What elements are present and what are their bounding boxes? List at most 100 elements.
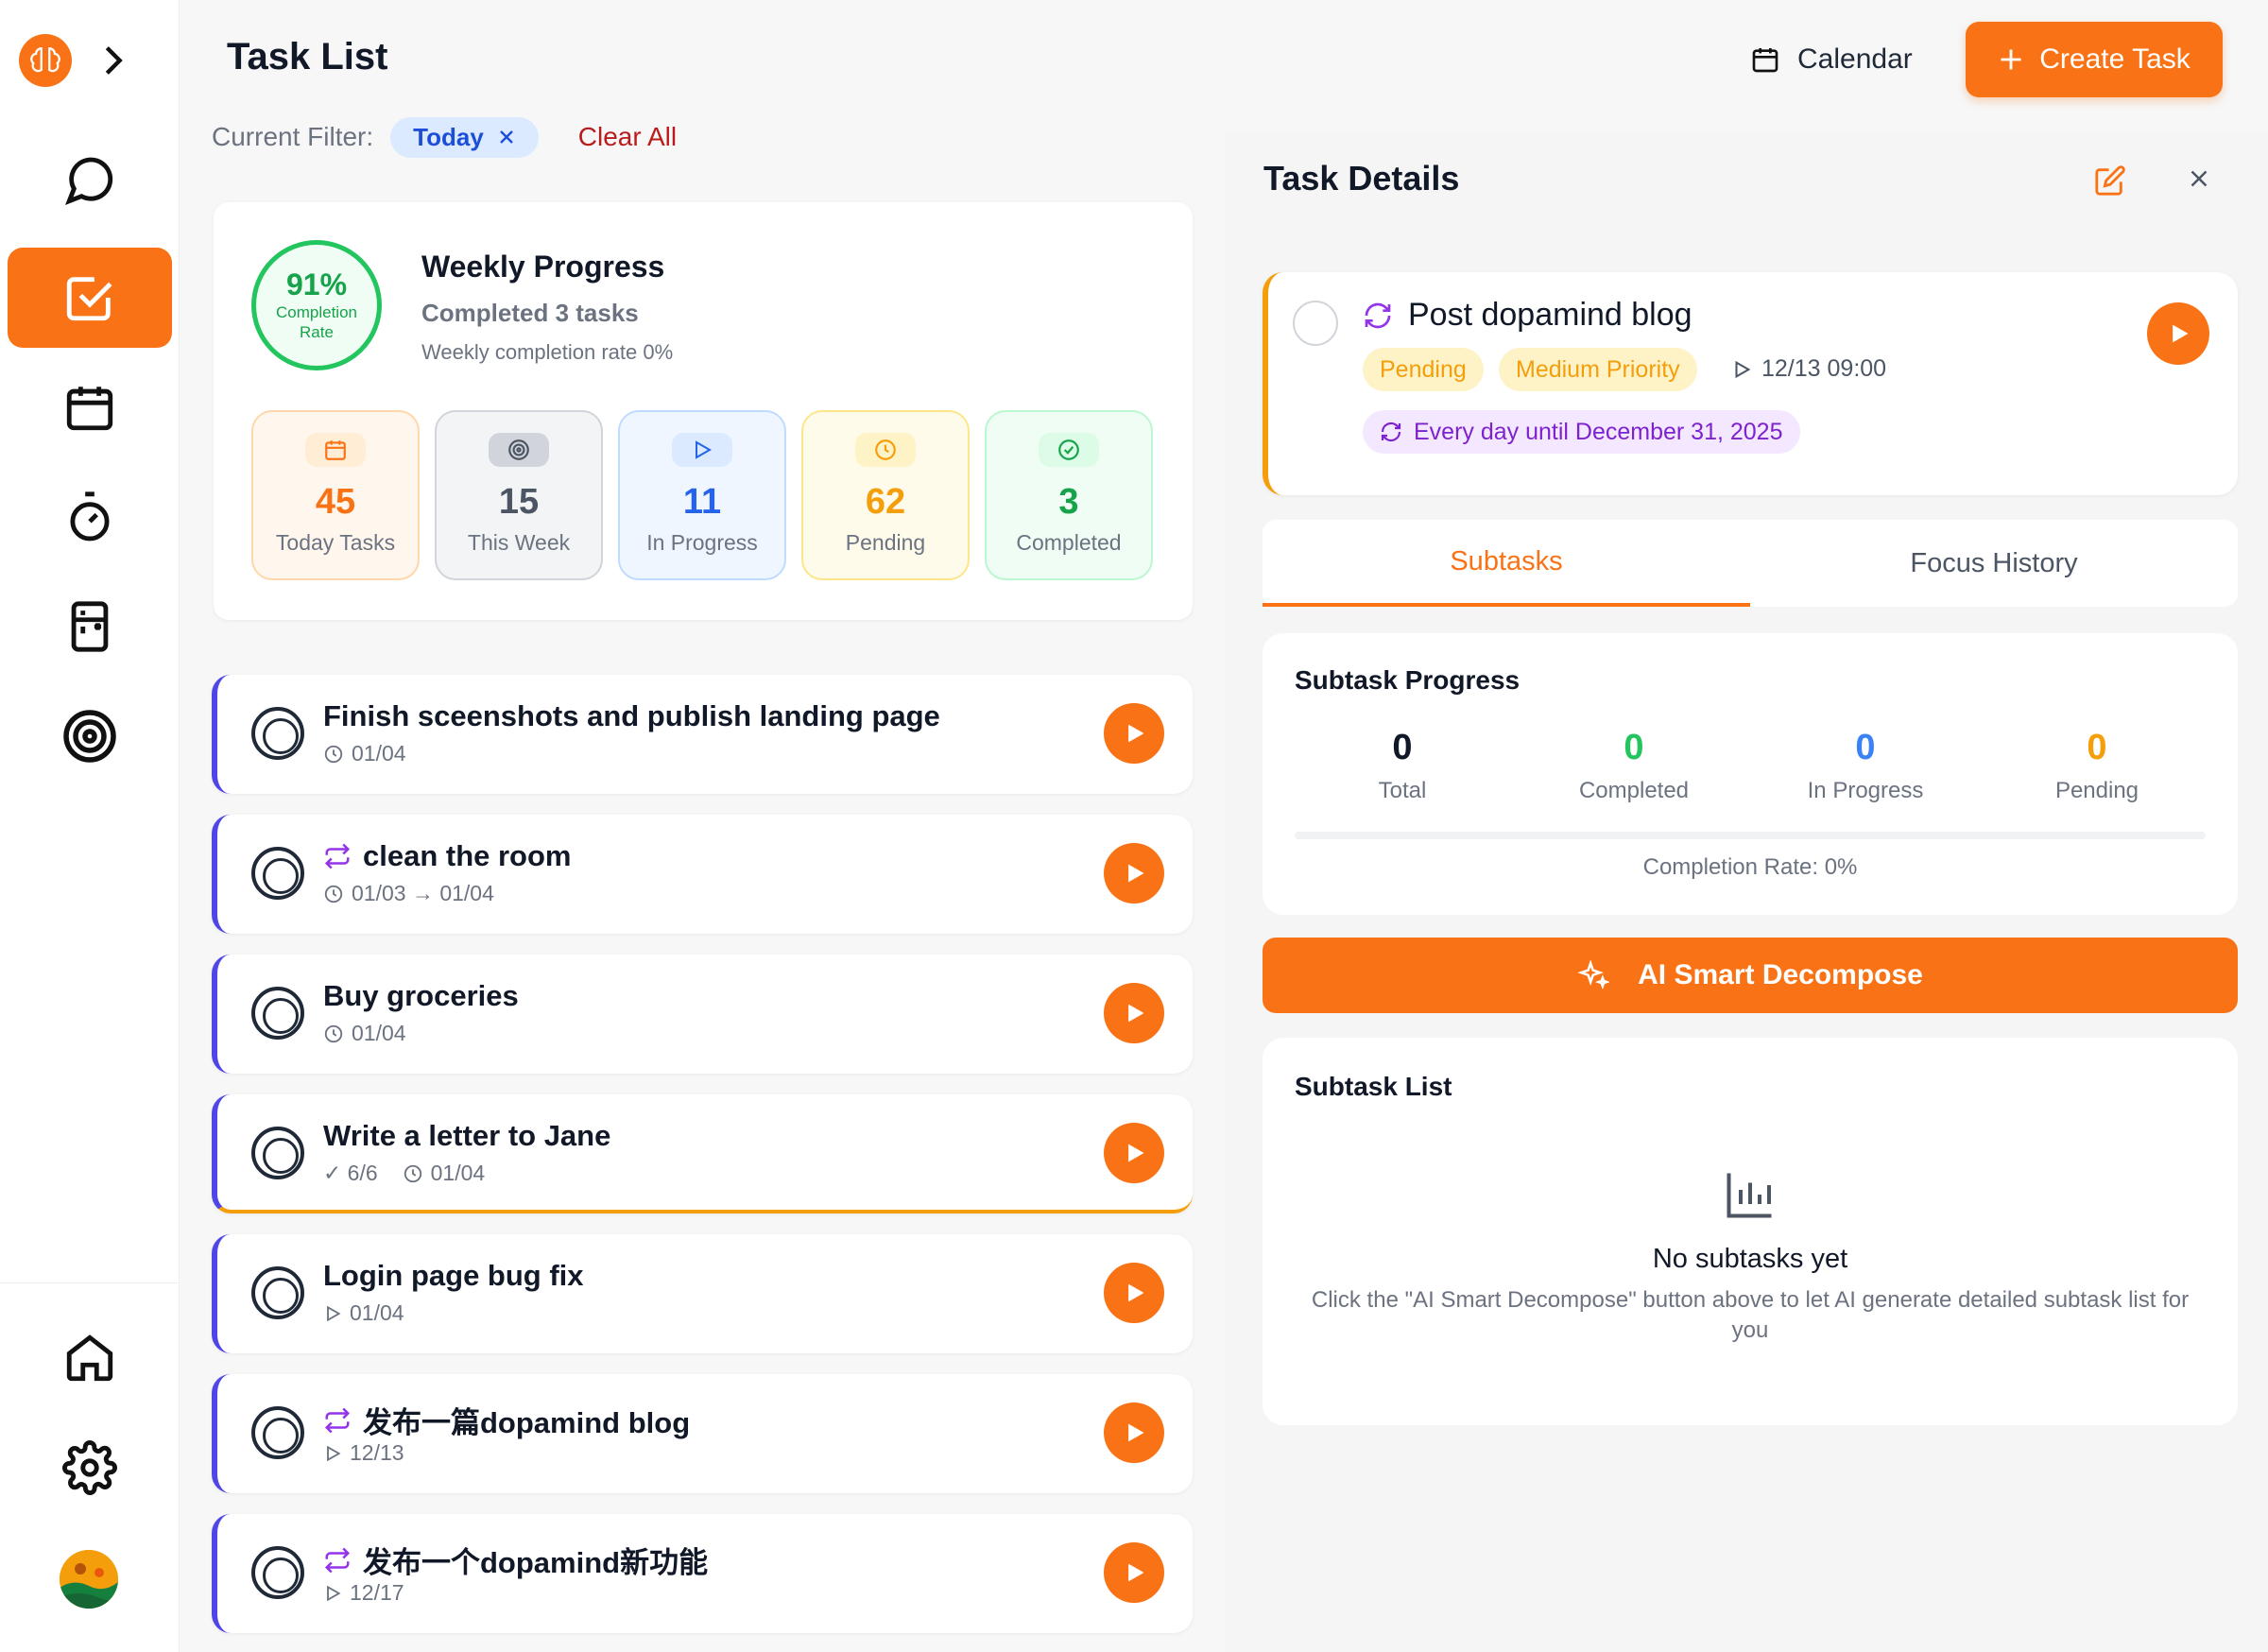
subtask-count: ✓ 6/6: [323, 1161, 378, 1185]
stat-label: Pending: [845, 530, 926, 555]
sidebar-item-home[interactable]: [8, 1308, 172, 1408]
task-meta: 01/04: [323, 1300, 404, 1326]
calendar-button-label: Calendar: [1797, 43, 1913, 75]
task-date: 01/04: [352, 1021, 406, 1045]
start-focus-button[interactable]: [1104, 1402, 1164, 1463]
clock-icon: [324, 745, 343, 763]
stat-label: Pending: [2054, 778, 2139, 803]
start-focus-button[interactable]: [1104, 1263, 1164, 1323]
detail-time-text: 12/13 09:00: [1761, 355, 1887, 382]
clock-icon: [324, 1024, 343, 1042]
stat-in-progress[interactable]: 11 In Progress: [618, 410, 786, 580]
play-outline-icon: [327, 1585, 341, 1601]
task-item[interactable]: 发布一篇dopamind blog 12/13: [212, 1374, 1193, 1493]
filter-chip-today[interactable]: Today: [390, 116, 539, 158]
target-icon: [489, 433, 549, 467]
completion-ring-label: Completion Rate: [276, 303, 357, 341]
detail-time: 12/13 09:00: [1731, 355, 1886, 383]
detail-task-title-text: Post dopamind blog: [1408, 297, 1692, 333]
chat-icon: [65, 157, 113, 205]
sidebar-item-chat[interactable]: [8, 130, 172, 231]
task-item[interactable]: clean the room 01/03 → 01/04: [212, 815, 1193, 934]
stat-value: 15: [498, 482, 540, 522]
create-task-button[interactable]: Create Task: [1966, 22, 2223, 97]
sidebar-item-timer[interactable]: [8, 467, 172, 567]
task-complete-checkbox[interactable]: [251, 1546, 304, 1599]
start-focus-button[interactable]: [2147, 302, 2209, 365]
task-complete-checkbox[interactable]: [251, 707, 304, 760]
sparkles-icon: [1577, 959, 1610, 990]
stat-pending[interactable]: 62 Pending: [801, 410, 970, 580]
play-icon: [1128, 1563, 1144, 1582]
fridge-icon: [71, 601, 109, 652]
subtask-stat-in-progress: 0 In Progress: [1771, 728, 1960, 804]
task-complete-checkbox[interactable]: [251, 847, 304, 900]
clock-icon: [404, 1164, 421, 1182]
task-title: Finish sceenshots and publish landing pa…: [323, 699, 940, 733]
task-complete-checkbox[interactable]: [251, 987, 304, 1040]
task-title: 发布一篇dopamind blog: [323, 1399, 690, 1441]
start-focus-button[interactable]: [1104, 1542, 1164, 1603]
sidebar-item-goals[interactable]: [8, 686, 172, 786]
task-item-selected[interactable]: Write a letter to Jane ✓ 6/6 01/04: [212, 1094, 1193, 1213]
task-complete-checkbox[interactable]: [251, 1406, 304, 1459]
stopwatch-icon: [70, 491, 110, 542]
edit-icon[interactable]: [2094, 164, 2126, 201]
repeat-icon: [324, 1547, 351, 1573]
stat-completed[interactable]: 3 Completed: [985, 410, 1153, 580]
task-complete-checkbox[interactable]: [1293, 301, 1338, 346]
clear-all-button[interactable]: Clear All: [578, 122, 677, 152]
task-item[interactable]: Login page bug fix 01/04: [212, 1234, 1193, 1353]
ai-smart-decompose-button[interactable]: AI Smart Decompose: [1263, 938, 2238, 1013]
app-logo[interactable]: [19, 34, 72, 87]
start-focus-button[interactable]: [1104, 983, 1164, 1043]
refresh-icon: [1365, 302, 1391, 328]
sidebar-item-tasks[interactable]: [8, 248, 172, 348]
subtask-list-card: Subtask List No subtasks yet Click the "…: [1263, 1038, 2238, 1425]
stat-label: In Progress: [1807, 778, 1924, 803]
filter-label: Current Filter:: [212, 122, 374, 151]
task-complete-checkbox[interactable]: [251, 1266, 304, 1319]
empty-state-hint: Click the "AI Smart Decompose" button ab…: [1311, 1287, 2190, 1343]
calendar-icon: [305, 433, 366, 467]
play-icon: [1128, 1144, 1144, 1162]
expand-sidebar-icon[interactable]: [94, 38, 132, 83]
subtask-progress-card: Subtask Progress 0 Total 0 Completed 0 I…: [1263, 633, 2238, 915]
play-outline-icon: [327, 1305, 341, 1321]
subtask-progress-title: Subtask Progress: [1295, 665, 1521, 695]
calendar-icon: [66, 387, 113, 431]
task-meta: ✓ 6/6 01/04: [323, 1161, 485, 1186]
task-date: 01/03 → 01/04: [352, 881, 494, 905]
task-item[interactable]: 发布一个dopamind新功能 12/17: [212, 1514, 1193, 1633]
sidebar-item-calendar[interactable]: [8, 357, 172, 457]
completion-ring: 91% Completion Rate: [251, 240, 382, 370]
page-title: Task List: [227, 36, 388, 77]
weekly-progress-title: Weekly Progress: [421, 250, 665, 284]
tab-focus-history[interactable]: Focus History: [1750, 520, 2238, 607]
play-icon: [2173, 324, 2189, 343]
stat-this-week[interactable]: 15 This Week: [435, 410, 603, 580]
empty-state-title: No subtasks yet: [1652, 1244, 1848, 1274]
task-item[interactable]: Buy groceries 01/04: [212, 955, 1193, 1074]
user-avatar[interactable]: [60, 1550, 118, 1609]
clock-icon: [324, 885, 343, 903]
task-date: 12/13: [350, 1440, 404, 1465]
stat-value: 0: [1392, 728, 1413, 767]
start-focus-button[interactable]: [1104, 843, 1164, 903]
sidebar-item-fridge[interactable]: [8, 576, 172, 677]
close-icon[interactable]: [2185, 164, 2213, 198]
weekly-completion-rate: Weekly completion rate 0%: [421, 340, 674, 364]
start-focus-button[interactable]: [1104, 1123, 1164, 1183]
tab-subtasks[interactable]: Subtasks: [1263, 520, 1750, 607]
calendar-button[interactable]: Calendar: [1750, 38, 1913, 81]
subtask-stat-completed: 0 Completed: [1539, 728, 1728, 804]
task-item[interactable]: Finish sceenshots and publish landing pa…: [212, 675, 1193, 794]
stat-label: This Week: [467, 530, 571, 555]
stat-today-tasks[interactable]: 45 Today Tasks: [251, 410, 420, 580]
task-complete-checkbox[interactable]: [251, 1127, 304, 1179]
task-title-text: 发布一篇dopamind blog: [363, 1406, 691, 1439]
start-focus-button[interactable]: [1104, 703, 1164, 764]
status-badge: Pending: [1363, 348, 1484, 391]
sidebar-item-settings[interactable]: [8, 1418, 172, 1518]
task-title: Buy groceries: [323, 979, 519, 1013]
